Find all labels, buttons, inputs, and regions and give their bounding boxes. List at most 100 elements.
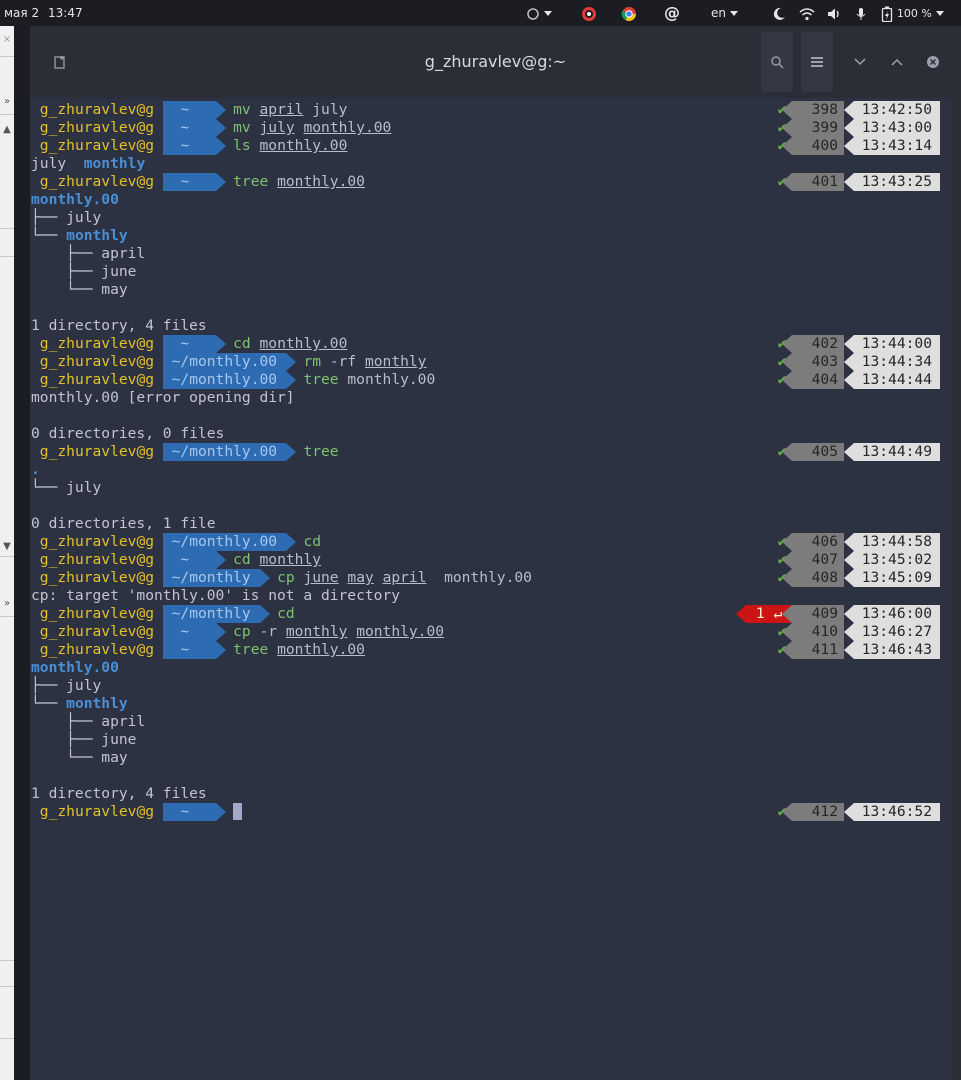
output-line: ├── june bbox=[31, 731, 137, 748]
output-line: monthly.00 [error opening dir] bbox=[31, 389, 295, 406]
output-line: 0 directories, 0 files bbox=[31, 425, 225, 442]
output-line: └── may bbox=[31, 281, 128, 298]
prompt-user: g_zhuravlev@g bbox=[39, 641, 155, 658]
command-arg: monthly.00 bbox=[277, 641, 365, 658]
history-number: 401 bbox=[782, 173, 844, 191]
prompt-user: g_zhuravlev@g bbox=[39, 551, 155, 568]
prompt-cwd: ~/monthly.00 bbox=[162, 371, 296, 389]
prompt-line: g_zhuravlev@g ~/monthly.00 cd bbox=[31, 533, 321, 551]
chrome-icon[interactable] bbox=[621, 0, 637, 26]
command-status: ✔39813:42:50 bbox=[772, 101, 940, 119]
wifi-icon[interactable] bbox=[799, 0, 815, 26]
maximize-button[interactable] bbox=[887, 32, 907, 92]
command-status: ✔40313:44:34 bbox=[772, 353, 940, 371]
prompt-user: g_zhuravlev@g bbox=[39, 119, 155, 136]
current-prompt-line[interactable]: g_zhuravlev@g ~ bbox=[31, 803, 243, 821]
command-time: 13:46:00 bbox=[844, 605, 940, 623]
prompt-cwd: ~/monthly.00 bbox=[162, 443, 296, 461]
keyboard-layout-label: en bbox=[711, 6, 726, 20]
command-status: ✔40013:43:14 bbox=[772, 137, 940, 155]
command-arg: may bbox=[347, 569, 374, 586]
command-time: 13:46:27 bbox=[844, 623, 940, 641]
output-dir: monthly bbox=[66, 695, 128, 712]
output-line: ├── june bbox=[31, 263, 137, 280]
command-time: 13:44:00 bbox=[844, 335, 940, 353]
history-number: 402 bbox=[782, 335, 844, 353]
history-number: 410 bbox=[782, 623, 844, 641]
output-dir: monthly bbox=[83, 155, 146, 172]
system-top-bar: мая 2 13:47 @ en 100 % bbox=[0, 0, 961, 26]
prompt-user: g_zhuravlev@g bbox=[39, 371, 155, 388]
chevron-down-icon bbox=[854, 58, 866, 66]
minimize-button[interactable] bbox=[850, 32, 870, 92]
command-status: ✔39913:43:00 bbox=[772, 119, 940, 137]
terminal-output[interactable]: g_zhuravlev@g ~ mv april july g_zhuravle… bbox=[30, 98, 951, 1080]
command: ls bbox=[233, 137, 251, 154]
output-dir: monthly.00 bbox=[31, 191, 119, 208]
output-line: ├── april bbox=[31, 245, 146, 262]
history-number: 404 bbox=[782, 371, 844, 389]
at-mail-icon[interactable]: @ bbox=[664, 0, 680, 26]
menu-button[interactable] bbox=[801, 32, 833, 92]
command: tree bbox=[233, 173, 269, 190]
close-icon bbox=[927, 56, 939, 68]
chevron-right-icon[interactable]: » bbox=[0, 96, 14, 107]
prompt-cwd: ~ bbox=[162, 101, 226, 119]
prompt-cwd: ~/monthly.00 bbox=[162, 533, 296, 551]
microphone-icon[interactable] bbox=[856, 0, 866, 26]
prompt-line: g_zhuravlev@g ~/monthly cp june may apri… bbox=[31, 569, 532, 587]
scroll-down-icon[interactable]: ▼ bbox=[0, 541, 14, 552]
clock-label[interactable]: 13:47 bbox=[48, 0, 83, 26]
terminal-scrollbar[interactable] bbox=[951, 98, 961, 1080]
command: mv bbox=[233, 119, 251, 136]
status-circle-icon[interactable] bbox=[526, 0, 552, 26]
close-button[interactable] bbox=[923, 32, 943, 92]
battery-label: 100 % bbox=[896, 7, 932, 20]
recording-app-icon[interactable] bbox=[581, 0, 597, 26]
command: tree bbox=[303, 371, 339, 388]
command-arg: june bbox=[303, 569, 339, 586]
prompt-user: g_zhuravlev@g bbox=[39, 803, 155, 820]
battery-indicator[interactable]: 100 % bbox=[881, 0, 944, 26]
command: cd bbox=[303, 533, 322, 550]
output-text: july bbox=[31, 155, 67, 172]
prompt-line: g_zhuravlev@g ~ ls monthly.00 bbox=[31, 137, 347, 155]
command-status: ✔41113:46:43 bbox=[772, 641, 940, 659]
command-time: 13:44:44 bbox=[844, 371, 940, 389]
prompt-cwd: ~ bbox=[162, 335, 226, 353]
window-border bbox=[14, 26, 30, 1080]
prompt-cwd: ~/monthly bbox=[162, 569, 270, 587]
volume-icon[interactable] bbox=[827, 0, 841, 26]
command-arg: july bbox=[259, 119, 295, 136]
new-tab-button[interactable] bbox=[46, 32, 74, 92]
command-arg: -rf bbox=[329, 353, 357, 370]
prompt-cwd: ~ bbox=[162, 119, 226, 137]
background-window-strip: × » ▲ ▼ » bbox=[0, 26, 14, 1080]
prompt-line: g_zhuravlev@g ~ mv july monthly.00 bbox=[31, 119, 391, 137]
output-line: cp: target 'monthly.00' is not a directo… bbox=[31, 587, 401, 604]
chevron-right-icon[interactable]: » bbox=[0, 598, 14, 609]
search-button[interactable] bbox=[761, 32, 793, 92]
prompt-user: g_zhuravlev@g bbox=[39, 353, 155, 370]
close-icon[interactable]: × bbox=[0, 34, 14, 45]
chevron-up-icon bbox=[891, 58, 903, 66]
prompt-cwd: ~/monthly bbox=[162, 605, 270, 623]
command-time: 13:44:34 bbox=[844, 353, 940, 371]
output-line: ├── april bbox=[31, 713, 146, 730]
prompt-user: g_zhuravlev@g bbox=[39, 569, 155, 586]
command-time: 13:42:50 bbox=[844, 101, 940, 119]
prompt-cwd: ~ bbox=[162, 803, 226, 821]
command-time: 13:43:14 bbox=[844, 137, 940, 155]
history-number: 408 bbox=[782, 569, 844, 587]
history-number: 399 bbox=[782, 119, 844, 137]
night-mode-icon[interactable] bbox=[772, 0, 786, 26]
history-number: 400 bbox=[782, 137, 844, 155]
output-dir: monthly.00 bbox=[31, 659, 119, 676]
keyboard-layout[interactable]: en bbox=[711, 0, 738, 26]
scroll-up-icon[interactable]: ▲ bbox=[0, 124, 14, 135]
terminal-header-bar: g_zhuravlev@g:~ bbox=[30, 26, 961, 98]
prompt-cwd: ~ bbox=[162, 137, 226, 155]
prompt-cwd: ~ bbox=[162, 623, 226, 641]
command-status: ✔41013:46:27 bbox=[772, 623, 940, 641]
new-tab-icon bbox=[54, 56, 65, 69]
